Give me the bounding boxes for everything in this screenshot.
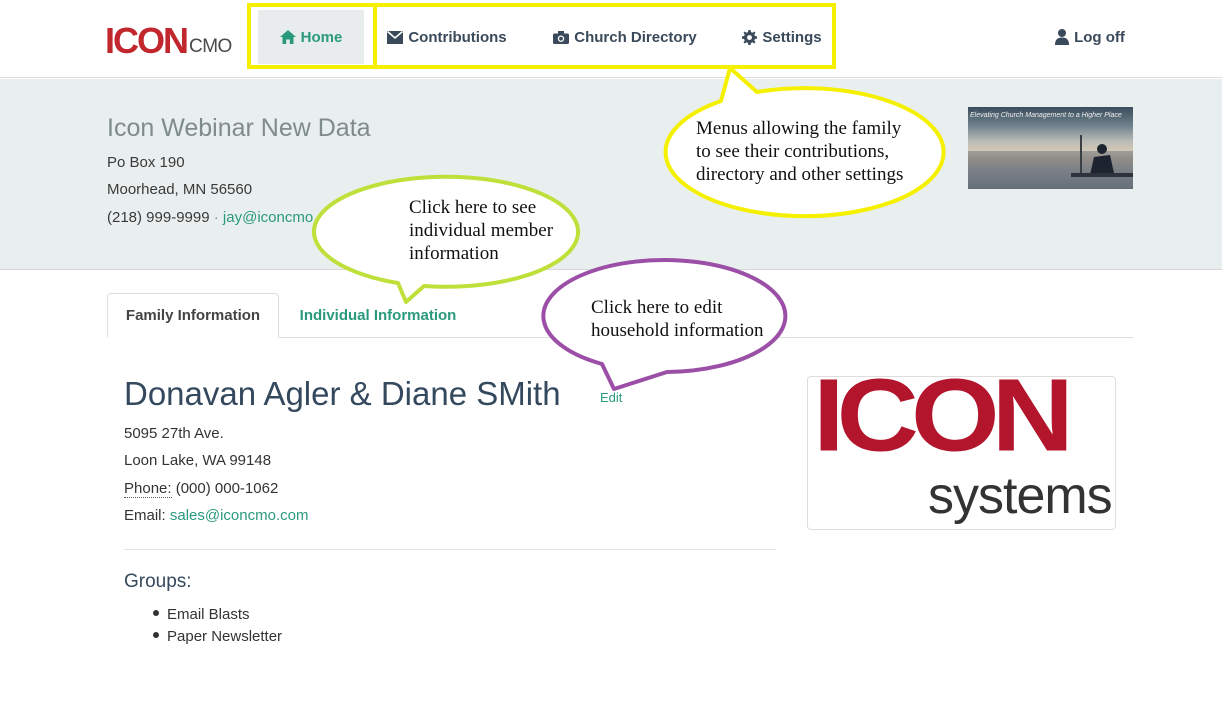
edit-household-link[interactable]: Edit — [600, 390, 622, 405]
church-email-link[interactable]: jay@iconcmo.com — [223, 209, 346, 226]
user-icon — [1055, 29, 1070, 45]
church-name: Icon Webinar New Data — [107, 114, 371, 142]
family-phone-line: Phone: (000) 000-1062 — [124, 480, 279, 498]
callout-line: directory and other settings — [696, 164, 904, 185]
church-banner-image: Elevating Church Management to a Higher … — [968, 107, 1133, 189]
callout-line: individual member — [409, 220, 554, 241]
family-email-line: Email: sales@iconcmo.com — [124, 507, 308, 524]
section-divider — [124, 549, 776, 550]
tab-individual-information[interactable]: Individual Information — [287, 293, 469, 338]
family-address-line1: 5095 27th Ave. — [124, 425, 224, 442]
church-address-line2: Moorhead, MN 56560 — [107, 181, 253, 198]
callout-line: to see their contributions, — [696, 141, 890, 162]
family-email-link[interactable]: sales@iconcmo.com — [170, 507, 309, 524]
tab-family-information[interactable]: Family Information — [107, 293, 279, 338]
photo-logo-main-text: ICON — [813, 358, 1074, 473]
family-address-line2: Loon Lake, WA 99148 — [124, 452, 272, 469]
photo-logo-sub-text: systems — [928, 467, 1113, 525]
menus-callout-text: Menus allowing the family to see their c… — [696, 117, 903, 186]
callout-line: Click here to see — [409, 197, 537, 218]
nav-log-off[interactable]: Log off — [1050, 10, 1130, 64]
callout-line: information — [409, 243, 499, 264]
home-highlight-box — [247, 3, 377, 69]
menu-highlight-box — [373, 3, 836, 69]
group-item: Paper Newsletter — [153, 628, 282, 645]
individual-callout-text: Click here to see individual member info… — [409, 196, 553, 265]
callout-line: Click here to edit — [591, 297, 723, 318]
contact-separator: · — [213, 209, 219, 226]
church-contact-line: (218) 999-9999 · jay@iconcmo.com — [107, 209, 346, 226]
family-name-heading: Donavan Agler & Diane SMith — [124, 375, 561, 412]
callout-line: household information — [591, 320, 764, 341]
church-address-line1: Po Box 190 — [107, 154, 185, 171]
logo-main-text: ICON — [105, 20, 189, 61]
banner-image-caption: Elevating Church Management to a Higher … — [970, 112, 1122, 119]
groups-heading: Groups: — [124, 571, 192, 592]
family-phone: (000) 000-1062 — [175, 480, 279, 497]
nav-log-off-label: Log off — [1074, 28, 1125, 46]
email-label: Email: — [124, 507, 166, 524]
edit-callout-text: Click here to edit household information — [591, 296, 764, 342]
icon-cmo-logo[interactable]: ICON CMO — [105, 20, 232, 61]
callout-line: Menus allowing the family — [696, 118, 902, 139]
church-phone: (218) 999-9999 — [107, 209, 210, 226]
logo-sub-text: CMO — [189, 36, 232, 57]
phone-label: Phone: — [124, 480, 172, 498]
group-item: Email Blasts — [153, 606, 250, 623]
